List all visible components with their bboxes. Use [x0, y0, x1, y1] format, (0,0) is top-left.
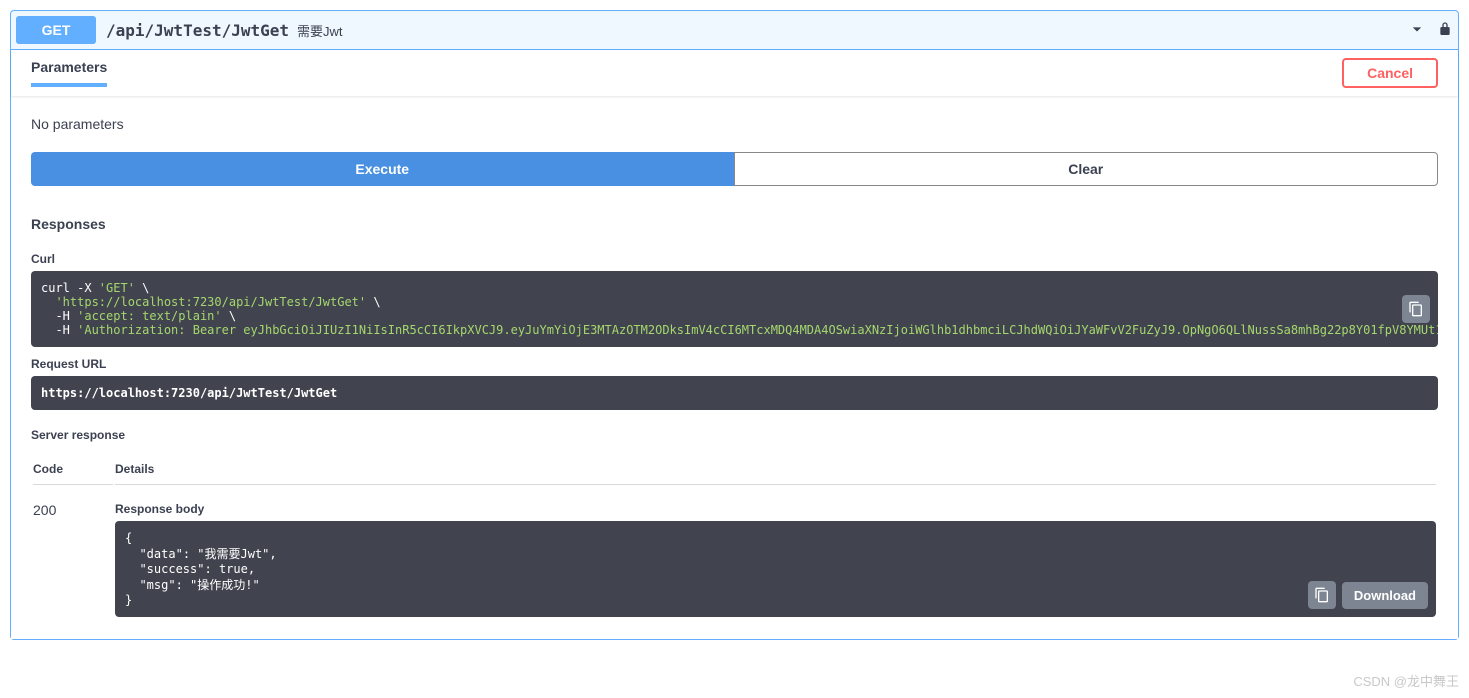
details-header: Details	[115, 454, 1436, 485]
code-header: Code	[33, 454, 113, 485]
download-button[interactable]: Download	[1342, 582, 1428, 609]
curl-label: Curl	[31, 252, 1438, 266]
action-buttons: Execute Clear	[11, 152, 1458, 206]
curl-code-block: curl -X 'GET' \ 'https://localhost:7230/…	[31, 271, 1438, 347]
operation-summary[interactable]: GET /api/JwtTest/JwtGet 需要Jwt	[11, 11, 1458, 50]
server-response-label: Server response	[31, 428, 1438, 442]
lock-icon[interactable]	[1437, 20, 1453, 41]
download-area: Download	[1308, 581, 1428, 609]
parameters-body: No parameters	[11, 96, 1458, 152]
response-body-block: { "data": "我需要Jwt", "success": true, "ms…	[115, 521, 1436, 617]
watermark: CSDN @龙中舞王	[1353, 671, 1459, 690]
responses-title: Responses	[31, 216, 1438, 232]
cancel-button[interactable]: Cancel	[1342, 58, 1438, 88]
status-code: 200	[33, 487, 113, 617]
request-url-block: https://localhost:7230/api/JwtTest/JwtGe…	[31, 376, 1438, 410]
http-method-badge: GET	[16, 16, 96, 44]
request-url-label: Request URL	[31, 357, 1438, 371]
endpoint-path: /api/JwtTest/JwtGet	[106, 21, 289, 40]
parameters-header: Parameters Cancel	[11, 50, 1458, 96]
response-body-label: Response body	[115, 502, 1436, 516]
responses-header: Responses	[11, 206, 1458, 242]
operation-block: GET /api/JwtTest/JwtGet 需要Jwt Parameters…	[10, 10, 1459, 640]
copy-curl-button[interactable]	[1402, 295, 1430, 323]
responses-inner: Curl curl -X 'GET' \ 'https://localhost:…	[11, 252, 1458, 639]
clear-button[interactable]: Clear	[734, 152, 1439, 186]
table-row: 200 Response body { "data": "我需要Jwt", "s…	[33, 487, 1436, 617]
operation-body: Parameters Cancel No parameters Execute …	[11, 50, 1458, 639]
copy-response-button[interactable]	[1308, 581, 1336, 609]
response-table: Code Details 200 Response body { "data":…	[31, 452, 1438, 619]
endpoint-description: 需要Jwt	[297, 21, 343, 40]
execute-button[interactable]: Execute	[31, 152, 734, 186]
parameters-tab[interactable]: Parameters	[31, 59, 107, 87]
summary-right-controls	[1407, 19, 1453, 42]
chevron-down-icon[interactable]	[1407, 19, 1427, 42]
